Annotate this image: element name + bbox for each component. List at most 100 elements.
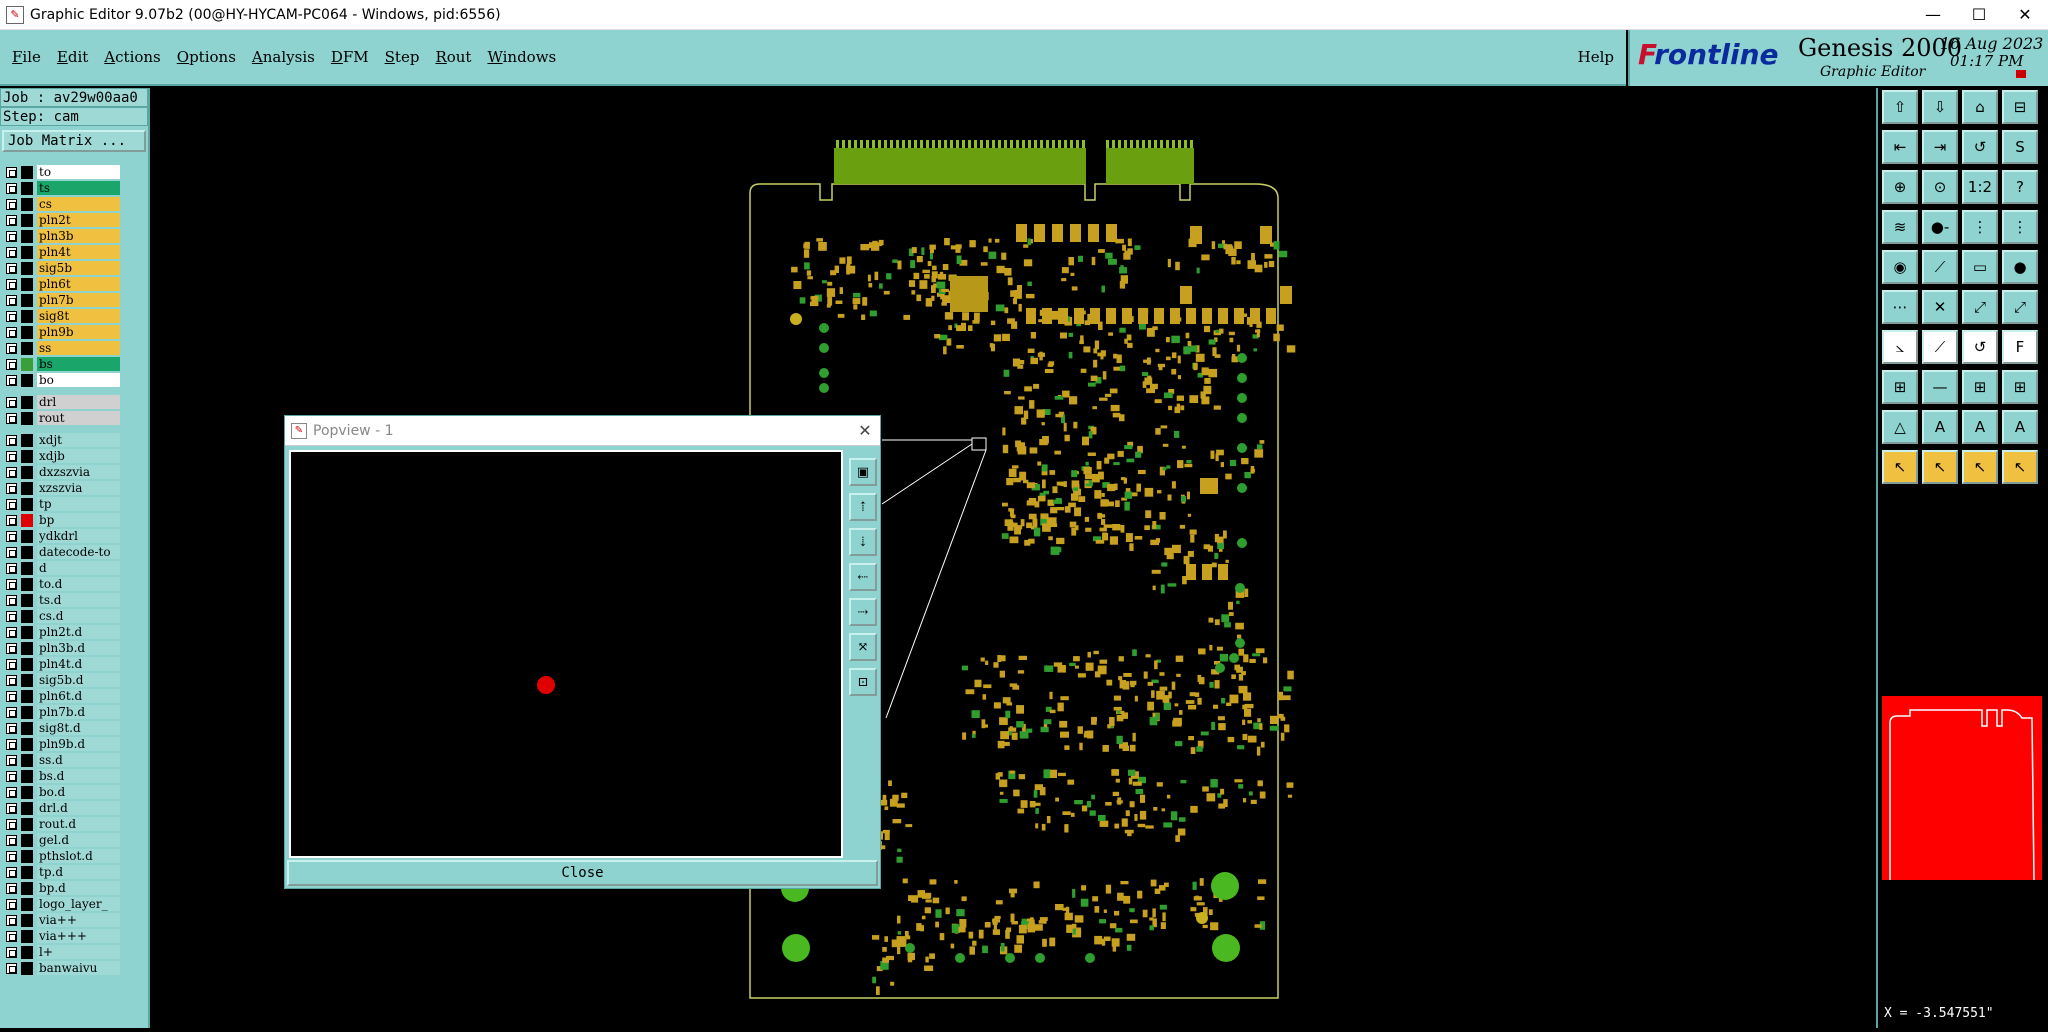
layer-row[interactable]: drl.d [2, 800, 122, 816]
layer-checkbox[interactable] [6, 643, 17, 654]
layer-color-swatch[interactable] [21, 530, 33, 543]
layer-checkbox[interactable] [6, 183, 17, 194]
tool-button-26[interactable]: ↺ [1962, 330, 1998, 364]
layer-color-swatch[interactable] [21, 850, 33, 863]
tool-button-11[interactable]: ? [2002, 170, 2038, 204]
tool-button-18[interactable]: ▭ [1962, 250, 1998, 284]
layer-color-swatch[interactable] [21, 342, 33, 355]
layer-color-swatch[interactable] [21, 930, 33, 943]
tool-button-21[interactable]: ✕ [1922, 290, 1958, 324]
layer-checkbox[interactable] [6, 867, 17, 878]
layer-color-swatch[interactable] [21, 246, 33, 259]
layer-row[interactable]: logo_layer_ [2, 896, 122, 912]
layer-row[interactable]: bp.d [2, 880, 122, 896]
layer-color-swatch[interactable] [21, 802, 33, 815]
layer-name[interactable]: ydkdrl [37, 529, 120, 543]
layer-checkbox[interactable] [6, 295, 17, 306]
layer-name[interactable]: pln2t.d [37, 625, 120, 639]
layer-name[interactable]: pthslot.d [37, 849, 120, 863]
layer-color-swatch[interactable] [21, 754, 33, 767]
layer-checkbox[interactable] [6, 343, 17, 354]
layer-color-swatch[interactable] [21, 738, 33, 751]
tool-button-15[interactable]: ⋮ [2002, 210, 2038, 244]
layer-checkbox[interactable] [6, 595, 17, 606]
layer-row[interactable]: to [2, 164, 122, 180]
layer-row[interactable]: pln9b.d [2, 736, 122, 752]
layer-name[interactable]: pln3b [37, 229, 120, 243]
layer-row[interactable]: xdjt [2, 432, 122, 448]
menu-help[interactable]: Help [1578, 48, 1614, 66]
tool-button-34[interactable]: A [1962, 410, 1998, 444]
open-left-icon[interactable]: ⇠ [849, 563, 877, 591]
layer-checkbox[interactable] [6, 311, 17, 322]
layer-row[interactable]: pln7b.d [2, 704, 122, 720]
layer-color-swatch[interactable] [21, 198, 33, 211]
tool-button-39[interactable]: ↖ [2002, 450, 2038, 484]
layer-row[interactable]: via+++ [2, 928, 122, 944]
layer-name[interactable]: cs.d [37, 609, 120, 623]
menu-item-4[interactable]: Analysis [252, 48, 315, 66]
layer-row[interactable]: pln6t [2, 276, 122, 292]
menu-item-8[interactable]: Windows [487, 48, 556, 66]
layer-name[interactable]: pln9b [37, 325, 120, 339]
layer-name[interactable]: l+ [37, 945, 120, 959]
layer-color-swatch[interactable] [21, 358, 33, 371]
layer-checkbox[interactable] [6, 771, 17, 782]
layer-color-swatch[interactable] [21, 466, 33, 479]
layer-name[interactable]: sig5b [37, 261, 120, 275]
tool-button-23[interactable]: ⤢ [2002, 290, 2038, 324]
layer-row[interactable]: bp [2, 512, 122, 528]
layer-row[interactable]: pln3b.d [2, 640, 122, 656]
layer-name[interactable]: ss [37, 341, 120, 355]
open-up-icon[interactable]: ⇡ [849, 493, 877, 521]
layer-row[interactable]: rout [2, 410, 122, 426]
tool-button-16[interactable]: ◉ [1882, 250, 1918, 284]
layer-checkbox[interactable] [6, 803, 17, 814]
layer-name[interactable]: via+++ [37, 929, 120, 943]
tool-button-30[interactable]: ⊞ [1962, 370, 1998, 404]
layer-name[interactable]: xdjt [37, 433, 120, 447]
layer-row[interactable]: l+ [2, 944, 122, 960]
layer-checkbox[interactable] [6, 675, 17, 686]
layer-color-swatch[interactable] [21, 882, 33, 895]
layer-row[interactable]: cs.d [2, 608, 122, 624]
layer-name[interactable]: tp [37, 497, 120, 511]
layer-row[interactable]: ts.d [2, 592, 122, 608]
layer-row[interactable]: pln7b [2, 292, 122, 308]
layer-checkbox[interactable] [6, 167, 17, 178]
tool-button-3[interactable]: ⊟ [2002, 90, 2038, 124]
layer-checkbox[interactable] [6, 659, 17, 670]
zoom-in-icon[interactable]: ▣ [849, 458, 877, 486]
layer-color-swatch[interactable] [21, 310, 33, 323]
layer-checkbox[interactable] [6, 327, 17, 338]
layer-checkbox[interactable] [6, 931, 17, 942]
tool-button-5[interactable]: ⇥ [1922, 130, 1958, 164]
layer-checkbox[interactable] [6, 279, 17, 290]
layer-checkbox[interactable] [6, 397, 17, 408]
layer-checkbox[interactable] [6, 915, 17, 926]
layer-color-swatch[interactable] [21, 326, 33, 339]
layer-row[interactable]: banwaivu [2, 960, 122, 976]
tool-button-31[interactable]: ⊞ [2002, 370, 2038, 404]
layer-row[interactable]: rout.d [2, 816, 122, 832]
layer-name[interactable]: bs [37, 357, 120, 371]
tool-button-32[interactable]: △ [1882, 410, 1918, 444]
layer-color-swatch[interactable] [21, 770, 33, 783]
layer-row[interactable]: tp.d [2, 864, 122, 880]
layer-row[interactable]: bs [2, 356, 122, 372]
tool-button-19[interactable]: ● [2002, 250, 2038, 284]
popview-titlebar[interactable]: ✎ Popview - 1 ✕ [285, 416, 880, 446]
layer-checkbox[interactable] [6, 563, 17, 574]
layer-checkbox[interactable] [6, 263, 17, 274]
tool-button-13[interactable]: ●- [1922, 210, 1958, 244]
layer-name[interactable]: drl [37, 395, 120, 409]
layer-row[interactable]: pln6t.d [2, 688, 122, 704]
layer-checkbox[interactable] [6, 215, 17, 226]
layer-row[interactable]: sig8t.d [2, 720, 122, 736]
tool-button-27[interactable]: F [2002, 330, 2038, 364]
tool-button-28[interactable]: ⊞ [1882, 370, 1918, 404]
layer-color-swatch[interactable] [21, 262, 33, 275]
layer-row[interactable]: sig5b [2, 260, 122, 276]
layer-row[interactable]: pthslot.d [2, 848, 122, 864]
layer-name[interactable]: xdjb [37, 449, 120, 463]
